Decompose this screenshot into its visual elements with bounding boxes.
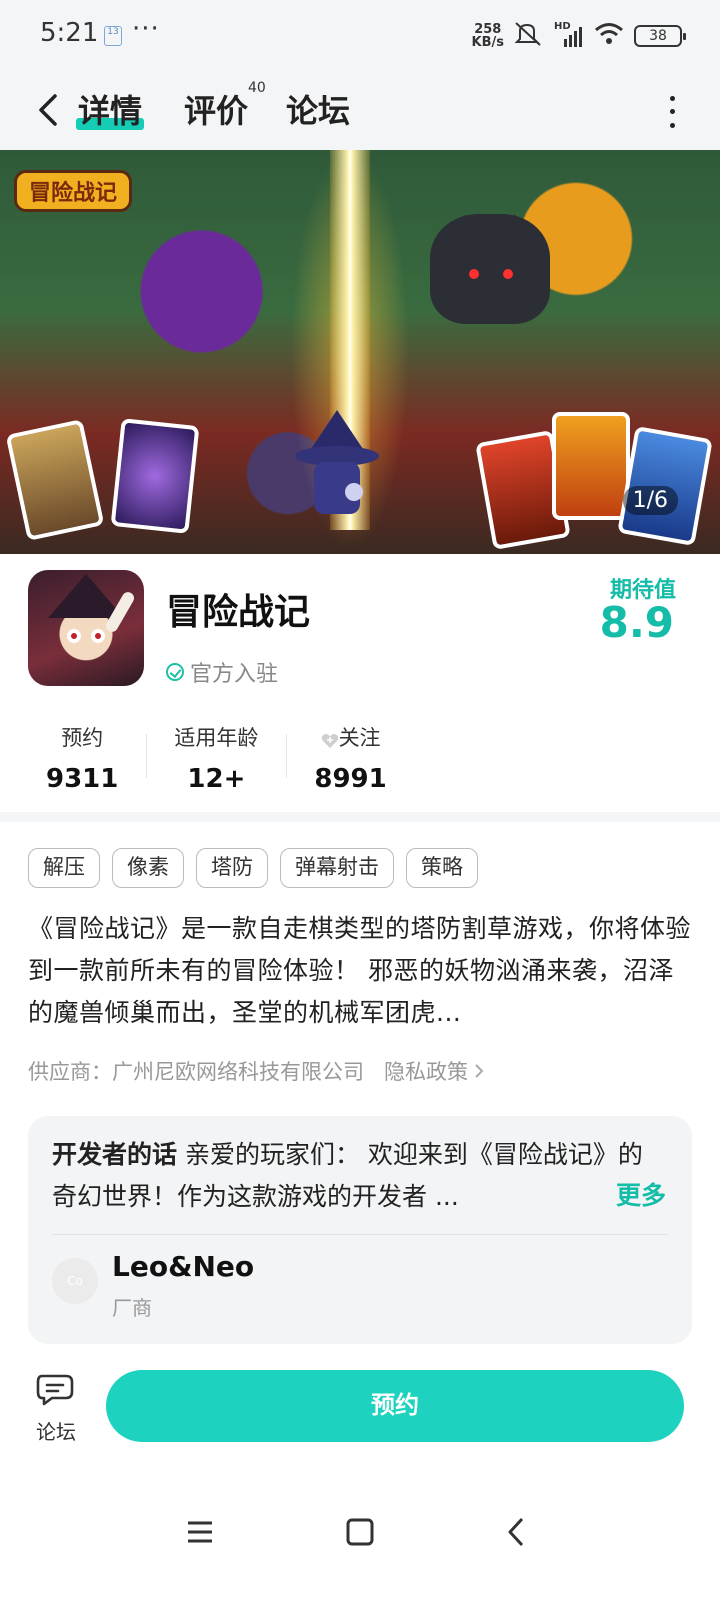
net-speed: 258 KB/s [472, 23, 504, 49]
banner-card [110, 418, 200, 534]
developer-note-card[interactable]: 开发者的话 亲爱的玩家们： 欢迎来到《冒险战记》的奇幻世界！作为这款游戏的开发者… [28, 1116, 692, 1344]
stat-value: 9311 [46, 764, 119, 790]
banner-card [5, 419, 105, 541]
tag[interactable]: 塔防 [196, 848, 268, 888]
back-arrow-icon [39, 94, 57, 126]
status-more-icon: ··· [132, 14, 160, 44]
notification-icon: 13 [104, 26, 122, 46]
tag[interactable]: 策略 [406, 848, 478, 888]
stat-label: 预约 [61, 726, 104, 750]
reserve-button[interactable]: 预约 [106, 1370, 684, 1442]
banner-witch [292, 410, 382, 520]
more-dot-icon [669, 109, 675, 115]
net-speed-unit: KB/s [471, 35, 504, 50]
developer-note-text: 开发者的话 亲爱的玩家们： 欢迎来到《冒险战记》的奇幻世界！作为这款游戏的开发者… [52, 1134, 662, 1218]
stat-reservations: 预约 9311 [28, 722, 146, 794]
tab-forum-label: 论坛 [286, 92, 351, 130]
back-button[interactable] [28, 88, 68, 132]
system-nav-bar [0, 1480, 720, 1600]
forum-button-label: 论坛 [36, 1420, 76, 1444]
menu-icon [188, 1521, 212, 1543]
tag-list: 解压 像素 塔防 弹幕射击 策略 [28, 848, 478, 888]
forum-button[interactable]: 论坛 [28, 1372, 84, 1448]
stat-age-rating: 适用年龄 12+ [146, 722, 286, 794]
tag[interactable]: 解压 [28, 848, 100, 888]
expectation-score: 8.9 [599, 598, 674, 647]
developer-note-more-link[interactable]: 更多 [611, 1176, 666, 1212]
developer-avatar[interactable]: Co [52, 1258, 98, 1304]
status-bar: 5:21 13 ··· 258 KB/s HD 38 [0, 0, 720, 72]
status-time: 5:21 [40, 18, 99, 48]
app-title: 冒险战记 [166, 592, 311, 633]
home-square-icon [346, 1518, 374, 1546]
banner-wolf-boss [430, 214, 550, 324]
wifi-icon [594, 22, 624, 50]
more-dot-icon [669, 122, 675, 128]
game-description[interactable]: 《冒险战记》是一款自走棋类型的塔防割草游戏，你将体验到一款前所未有的冒险体验！ … [28, 908, 692, 1034]
section-divider [0, 812, 720, 822]
back-nav-button[interactable] [496, 1512, 536, 1552]
tab-reviews[interactable]: 评价 40 [184, 80, 266, 132]
app-icon [28, 570, 144, 686]
privacy-policy-link[interactable]: 隐私政策 [384, 1056, 484, 1086]
supplier-text: 供应商：广州尼欧网络科技有限公司 [28, 1060, 364, 1084]
banner-page-counter: 1/6 [622, 486, 678, 515]
menu-nav-button[interactable] [180, 1512, 220, 1552]
banner-game-logo: 冒险战记 [14, 170, 133, 212]
chat-bubble-icon [36, 1374, 74, 1406]
back-triangle-icon [508, 1517, 524, 1547]
status-right: 258 KB/s HD 38 [472, 20, 686, 52]
stat-value: 12+ [187, 764, 246, 790]
tab-reviews-label: 评价 [184, 92, 249, 130]
tab-details-label: 详情 [78, 92, 143, 130]
heart-icon [321, 730, 338, 748]
top-nav: 详情 评价 40 论坛 [0, 72, 720, 150]
tab-reviews-count: 40 [248, 80, 266, 96]
stat-label: 适用年龄 [174, 726, 259, 750]
verified-check-icon [166, 663, 184, 681]
tag[interactable]: 弹幕射击 [280, 848, 394, 888]
tab-forum[interactable]: 论坛 [286, 86, 350, 132]
chevron-right-icon [475, 1064, 484, 1078]
official-badge: 官方入驻 [166, 656, 278, 688]
developer-role: 厂商 [112, 1296, 152, 1320]
tag[interactable]: 像素 [112, 848, 184, 888]
supplier-row: 供应商：广州尼欧网络科技有限公司 隐私政策 [28, 1056, 484, 1086]
tab-details[interactable]: 详情 [76, 86, 145, 132]
developer-card-divider [52, 1234, 668, 1235]
battery-icon: 38 [634, 25, 686, 47]
signal-icon: HD [554, 21, 584, 49]
banner-carousel[interactable]: 冒险战记 1/6 [0, 150, 720, 554]
more-dot-icon [669, 96, 675, 102]
stats-row: 预约 9311 适用年龄 12+ 关注 8991 [28, 722, 415, 794]
banner-card [552, 412, 630, 520]
mute-icon [514, 21, 544, 51]
stat-label-row: 关注 [314, 722, 386, 752]
stat-followers[interactable]: 关注 8991 [286, 722, 414, 794]
stat-label: 关注 [338, 726, 381, 750]
developer-name[interactable]: Leo&Neo [112, 1250, 254, 1283]
more-menu-button[interactable] [664, 92, 680, 132]
stat-value: 8991 [314, 764, 387, 790]
privacy-policy-label: 隐私政策 [384, 1060, 468, 1084]
official-label: 官方入驻 [190, 662, 279, 687]
home-nav-button[interactable] [340, 1512, 380, 1552]
developer-note-heading: 开发者的话 [52, 1140, 178, 1169]
